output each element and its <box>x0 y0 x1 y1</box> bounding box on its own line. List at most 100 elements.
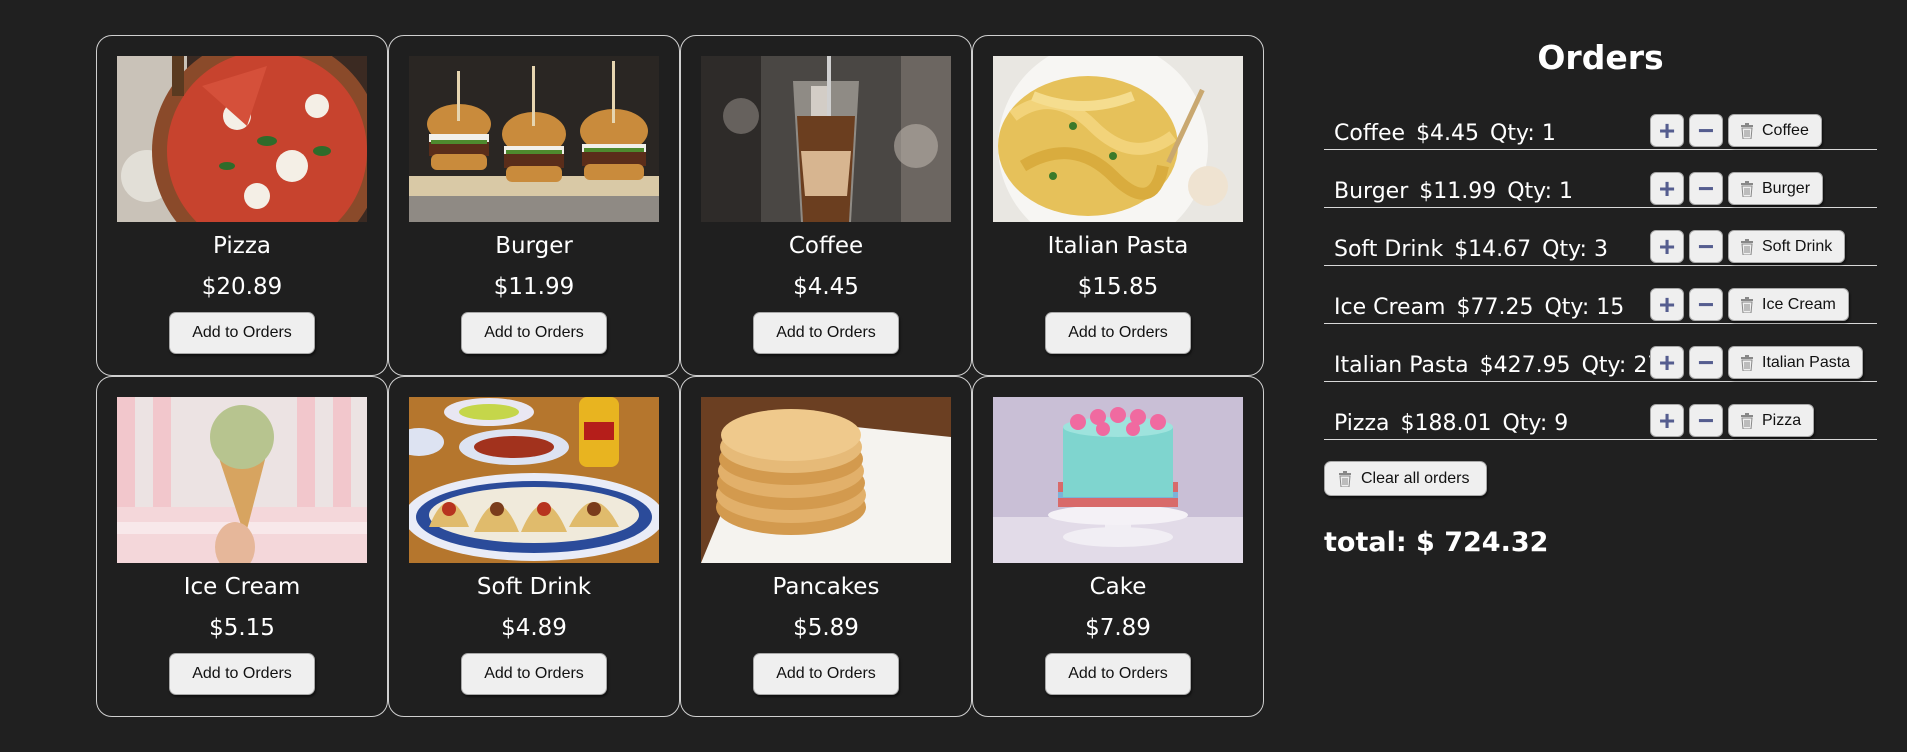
add-to-orders-button[interactable]: Add to Orders <box>169 312 315 354</box>
item-price: $5.15 <box>209 615 275 641</box>
item-name: Pancakes <box>772 574 880 600</box>
add-to-orders-button[interactable]: Add to Orders <box>753 653 899 695</box>
tacos-photo <box>409 397 659 563</box>
order-text: Italian Pasta $427.95 Qty: 27 <box>1334 351 1672 381</box>
pancakes-photo <box>701 397 951 563</box>
increase-qty-button[interactable]: + <box>1650 114 1684 147</box>
decrease-qty-button[interactable]: − <box>1689 288 1723 321</box>
increase-qty-button[interactable]: + <box>1650 230 1684 263</box>
orders-panel: Orders Coffee $4.45 Qty: 1 + − Coffee Burg… <box>1324 36 1877 558</box>
increase-qty-button[interactable]: + <box>1650 288 1684 321</box>
order-row-coffee: Coffee $4.45 Qty: 1 + − Coffee <box>1324 80 1877 150</box>
menu-card-pancakes: Pancakes $5.89 Add to Orders <box>680 376 972 717</box>
order-row-soft-drink: Soft Drink $14.67 Qty: 3 + − Soft Drink <box>1324 208 1877 266</box>
coffee-photo <box>701 56 951 222</box>
order-item-name: Italian Pasta <box>1334 353 1469 378</box>
order-text: Pizza $188.01 Qty: 9 <box>1334 409 1579 439</box>
trash-icon <box>1339 470 1351 487</box>
menu-grid: Pizza $20.89 Add to Orders Burger $11.99… <box>96 35 1264 717</box>
burger-photo <box>409 56 659 222</box>
item-name: Cake <box>1089 574 1147 600</box>
trash-icon <box>1741 354 1753 371</box>
decrease-qty-button[interactable]: − <box>1689 404 1723 437</box>
decrease-qty-button[interactable]: − <box>1689 230 1723 263</box>
order-item-price: $11.99 <box>1419 179 1497 204</box>
clear-all-orders-button[interactable]: Clear all orders <box>1324 461 1487 496</box>
remove-item-button[interactable]: Soft Drink <box>1728 230 1846 263</box>
clear-all-label: Clear all orders <box>1361 469 1470 487</box>
order-text: Soft Drink $14.67 Qty: 3 <box>1334 235 1619 265</box>
order-item-qty: Qty: 9 <box>1502 411 1569 436</box>
menu-card-cake: Cake $7.89 Add to Orders <box>972 376 1264 717</box>
order-item-name: Ice Cream <box>1334 295 1446 320</box>
decrease-qty-button[interactable]: − <box>1689 346 1723 379</box>
add-to-orders-button[interactable]: Add to Orders <box>461 312 607 354</box>
remove-item-label: Soft Drink <box>1762 237 1833 255</box>
remove-item-button[interactable]: Ice Cream <box>1728 288 1849 321</box>
orders-title: Orders <box>1537 38 1664 77</box>
order-controls: + − Pizza <box>1650 404 1815 437</box>
order-item-qty: Qty: 1 <box>1507 179 1573 204</box>
menu-card-pizza: Pizza $20.89 Add to Orders <box>96 35 388 376</box>
remove-item-button[interactable]: Burger <box>1728 172 1824 205</box>
order-item-qty: Qty: 1 <box>1490 121 1556 146</box>
order-item-qty: Qty: 3 <box>1542 237 1608 262</box>
order-item-price: $188.01 <box>1400 411 1492 436</box>
remove-item-label: Pizza <box>1762 411 1802 429</box>
add-to-orders-button[interactable]: Add to Orders <box>753 312 899 354</box>
add-to-orders-button[interactable]: Add to Orders <box>1045 312 1191 354</box>
order-item-price: $427.95 <box>1479 353 1571 378</box>
decrease-qty-button[interactable]: − <box>1689 172 1723 205</box>
menu-card-ice-cream: Ice Cream $5.15 Add to Orders <box>96 376 388 717</box>
pasta-photo <box>993 56 1243 222</box>
increase-qty-button[interactable]: + <box>1650 172 1684 205</box>
add-to-orders-button[interactable]: Add to Orders <box>461 653 607 695</box>
item-name: Soft Drink <box>476 574 592 600</box>
order-item-price: $4.45 <box>1416 121 1480 146</box>
remove-item-button[interactable]: Italian Pasta <box>1728 346 1864 379</box>
item-name: Pizza <box>213 233 271 259</box>
remove-item-label: Burger <box>1762 179 1811 197</box>
add-to-orders-button[interactable]: Add to Orders <box>1045 653 1191 695</box>
item-price: $20.89 <box>201 274 283 300</box>
trash-icon <box>1741 238 1753 255</box>
menu-card-coffee: Coffee $4.45 Add to Orders <box>680 35 972 376</box>
order-controls: + − Coffee <box>1650 114 1822 147</box>
item-name: Italian Pasta <box>1047 233 1189 259</box>
remove-item-label: Italian Pasta <box>1762 353 1851 371</box>
trash-icon <box>1741 412 1753 429</box>
item-name: Coffee <box>788 233 864 259</box>
cake-photo <box>993 397 1243 563</box>
remove-item-label: Ice Cream <box>1762 295 1836 313</box>
item-name: Burger <box>495 233 573 259</box>
ice-cream-photo <box>117 397 367 563</box>
item-price: $4.45 <box>793 274 859 300</box>
order-row-burger: Burger $11.99 Qty: 1 + − Burger <box>1324 150 1877 208</box>
item-price: $7.89 <box>1085 615 1151 641</box>
order-item-qty: Qty: 15 <box>1544 295 1625 320</box>
order-item-price: $77.25 <box>1456 295 1534 320</box>
item-name: Ice Cream <box>183 574 301 600</box>
trash-icon <box>1741 122 1753 139</box>
menu-card-burger: Burger $11.99 Add to Orders <box>388 35 680 376</box>
add-to-orders-button[interactable]: Add to Orders <box>169 653 315 695</box>
order-item-name: Pizza <box>1334 411 1390 436</box>
decrease-qty-button[interactable]: − <box>1689 114 1723 147</box>
remove-item-button[interactable]: Coffee <box>1728 114 1822 147</box>
trash-icon <box>1741 180 1753 197</box>
order-text: Burger $11.99 Qty: 1 <box>1334 177 1584 207</box>
order-total: total: $ 724.32 <box>1324 527 1549 558</box>
menu-card-soft-drink: Soft Drink $4.89 Add to Orders <box>388 376 680 717</box>
trash-icon <box>1741 296 1753 313</box>
order-controls: + − Burger <box>1650 172 1824 205</box>
remove-item-label: Coffee <box>1762 121 1809 139</box>
order-item-name: Burger <box>1334 179 1409 204</box>
menu-card-italian-pasta: Italian Pasta $15.85 Add to Orders <box>972 35 1264 376</box>
order-row-italian-pasta: Italian Pasta $427.95 Qty: 27 + − Italian … <box>1324 324 1877 382</box>
increase-qty-button[interactable]: + <box>1650 346 1684 379</box>
item-price: $15.85 <box>1077 274 1159 300</box>
item-price: $5.89 <box>793 615 859 641</box>
remove-item-button[interactable]: Pizza <box>1728 404 1815 437</box>
increase-qty-button[interactable]: + <box>1650 404 1684 437</box>
item-price: $4.89 <box>501 615 567 641</box>
